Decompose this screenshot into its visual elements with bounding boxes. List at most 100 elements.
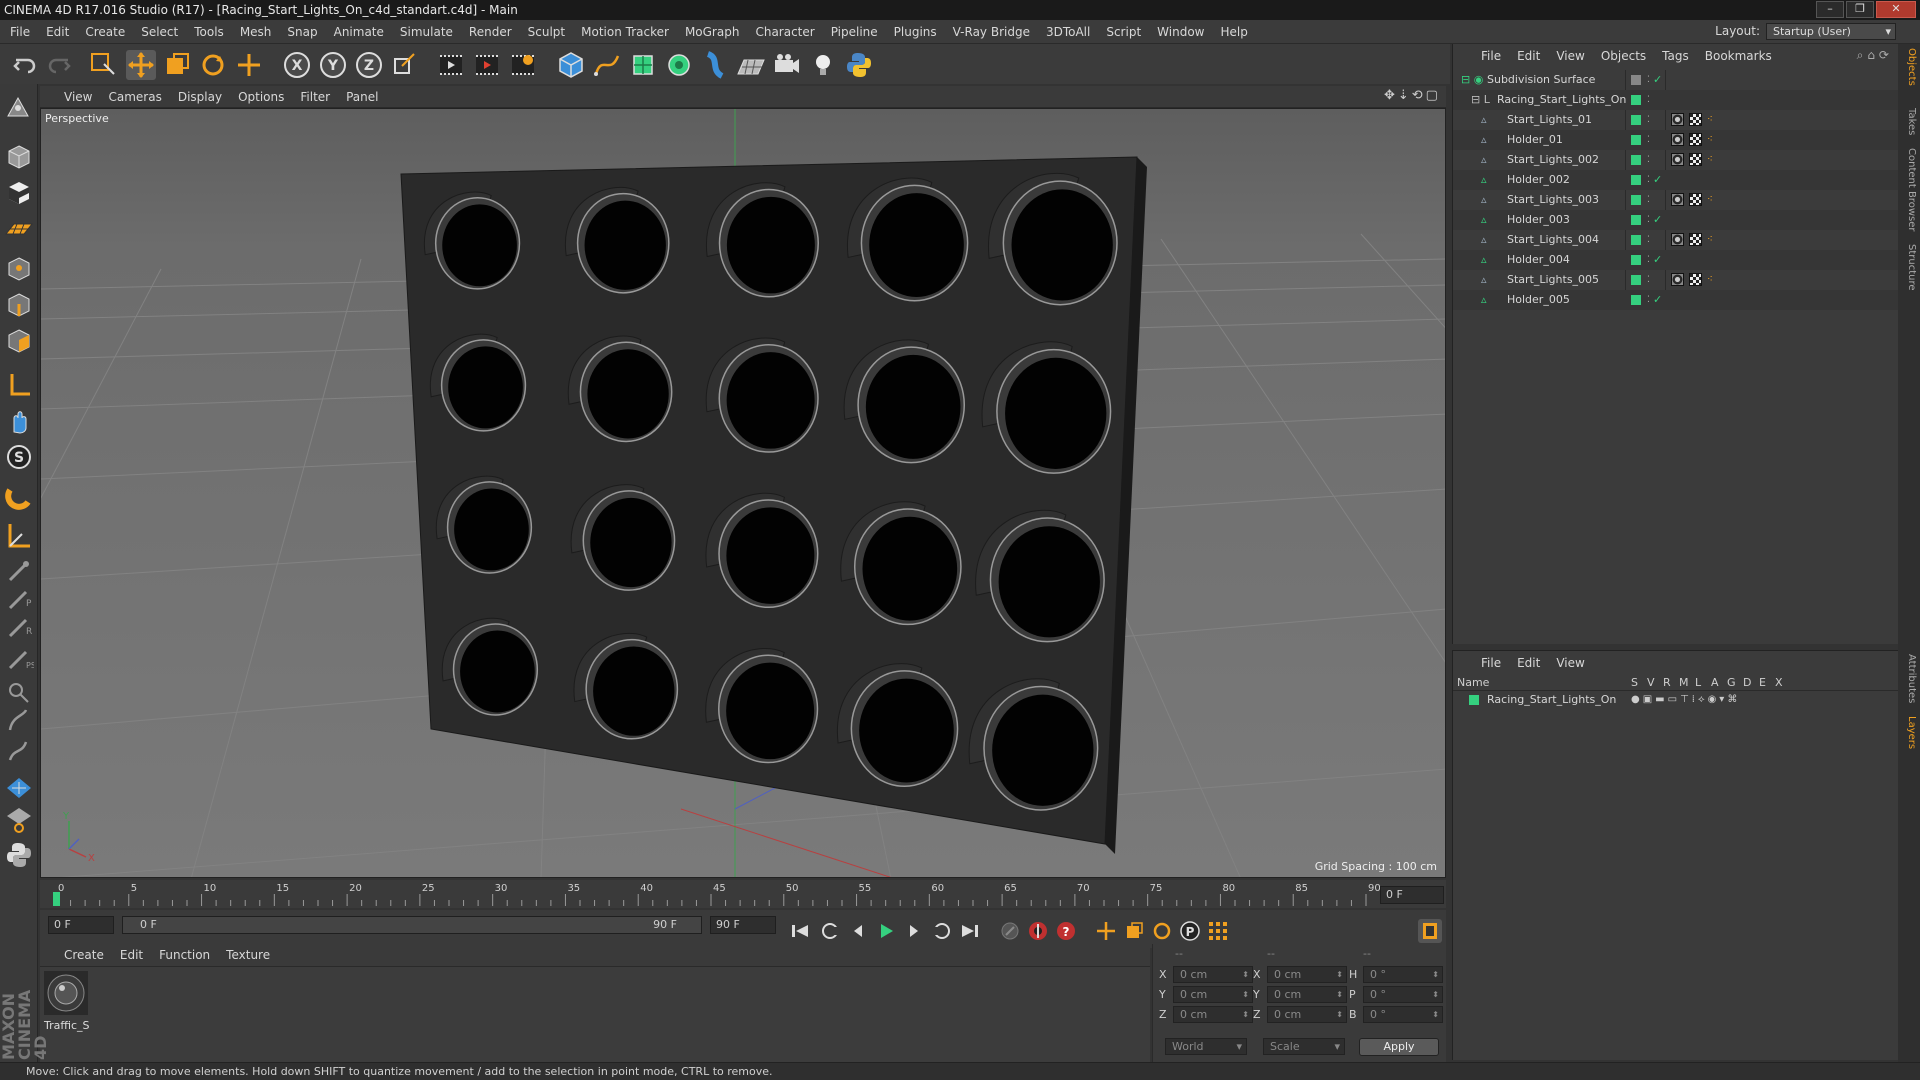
object-row[interactable]: ▵ Start_Lights_004 ⁚ ⁖: [1453, 230, 1899, 250]
object-menu-file[interactable]: File: [1473, 44, 1509, 68]
menu-plugins[interactable]: Plugins: [886, 20, 945, 44]
layer-column-m[interactable]: M: [1679, 676, 1689, 689]
rotate-tool-icon[interactable]: [198, 50, 228, 80]
layer-menu-file[interactable]: File: [1473, 651, 1509, 675]
sculpt-pinch-icon[interactable]: [4, 706, 34, 736]
previous-key-icon[interactable]: [818, 919, 842, 943]
layer-column-r[interactable]: R: [1663, 676, 1671, 689]
transform-tool-icon[interactable]: [234, 50, 264, 80]
autokeying-icon[interactable]: [1026, 919, 1050, 943]
layer-menu-view[interactable]: View: [1548, 651, 1592, 675]
render-settings-icon[interactable]: [508, 50, 538, 80]
key-rotation-icon[interactable]: [1150, 919, 1174, 943]
coord-value-field[interactable]: 0 cm ⬍: [1267, 1006, 1347, 1023]
key-scale-icon[interactable]: [1122, 919, 1146, 943]
object-row[interactable]: ▵ Start_Lights_002 ⁚ ⁖: [1453, 150, 1899, 170]
start-frame-field[interactable]: 0 F: [48, 916, 114, 934]
viewport-menu-cameras[interactable]: Cameras: [100, 86, 169, 108]
tab-attributes[interactable]: Attributes: [1901, 654, 1917, 703]
menu-v-ray-bridge[interactable]: V-Ray Bridge: [945, 20, 1038, 44]
timeline-ruler[interactable]: 0 5 10 15 20 25 30 35 40 45 50 55 60 65 70 75 80 85 90 0 F: [40, 880, 1446, 908]
layout-select[interactable]: Startup (User) ▾: [1766, 23, 1896, 40]
menu-window[interactable]: Window: [1149, 20, 1212, 44]
visibility-dots-icon[interactable]: ⁚: [1647, 150, 1650, 170]
brush-icon[interactable]: [4, 804, 34, 834]
floor-icon[interactable]: [736, 50, 766, 80]
layer-column-g[interactable]: G: [1727, 676, 1736, 689]
material-tag-icon[interactable]: [1671, 233, 1684, 246]
layer-color-icon[interactable]: [1631, 235, 1641, 245]
layer-row[interactable]: Racing_Start_Lights_On ●▣▬▭⊤⁞⟡◉▾⌘: [1453, 691, 1899, 709]
layer-column-l[interactable]: L: [1695, 676, 1701, 689]
object-row[interactable]: ▵ Start_Lights_003 ⁚ ⁖: [1453, 190, 1899, 210]
visibility-dots-icon[interactable]: ⁚: [1647, 210, 1650, 230]
uvw-tag-icon[interactable]: [1689, 133, 1702, 146]
visibility-dots-icon[interactable]: ⁚: [1647, 250, 1650, 270]
model-mode-icon[interactable]: [4, 142, 34, 172]
selection-tag-icon[interactable]: ⁖: [1707, 150, 1713, 170]
layer-color-icon[interactable]: [1631, 75, 1641, 85]
cloner-icon[interactable]: [664, 50, 694, 80]
play-forward-icon[interactable]: [874, 919, 898, 943]
stepper-arrows-icon[interactable]: ⬍: [1432, 967, 1439, 982]
visibility-dots-icon[interactable]: ⁚: [1647, 110, 1650, 130]
tab-takes[interactable]: Takes: [1901, 108, 1917, 135]
enabled-check-icon[interactable]: ✓: [1653, 210, 1662, 230]
menu-mograph[interactable]: MoGraph: [677, 20, 748, 44]
redo-icon[interactable]: [44, 50, 74, 80]
stepper-arrows-icon[interactable]: ⬍: [1432, 1007, 1439, 1022]
key-parameter-icon[interactable]: P: [1178, 919, 1202, 943]
material-menu-create[interactable]: Create: [56, 944, 112, 966]
menu-animate[interactable]: Animate: [326, 20, 392, 44]
layer-column-v[interactable]: V: [1647, 676, 1655, 689]
python-icon[interactable]: [844, 50, 874, 80]
subdivision-surface-icon[interactable]: [628, 50, 658, 80]
enabled-check-icon[interactable]: ✓: [1653, 70, 1662, 90]
viewport-menu-filter[interactable]: Filter: [292, 86, 338, 108]
menu-file[interactable]: File: [2, 20, 38, 44]
spline-pen-icon[interactable]: [592, 50, 622, 80]
coordinate-system-icon[interactable]: [390, 50, 420, 80]
deformer-icon[interactable]: [700, 50, 730, 80]
selection-tag-icon[interactable]: ⁖: [1707, 190, 1713, 210]
layer-column-name[interactable]: Name: [1457, 676, 1489, 689]
selection-tag-icon[interactable]: ⁖: [1707, 110, 1713, 130]
current-frame-field[interactable]: 0 F: [1380, 886, 1444, 904]
coord-value-field[interactable]: 0 cm ⬍: [1267, 966, 1347, 983]
x-axis-lock-icon[interactable]: X: [282, 50, 312, 80]
menu-sculpt[interactable]: Sculpt: [520, 20, 573, 44]
viewport-menu-view[interactable]: View: [56, 86, 100, 108]
tab-objects[interactable]: Objects: [1901, 48, 1917, 86]
object-row[interactable]: ▵ Holder_003 ⁚ ✓: [1453, 210, 1899, 230]
menu-create[interactable]: Create: [77, 20, 133, 44]
object-row[interactable]: ⊟ L Racing_Start_Lights_On ⁚: [1453, 90, 1899, 110]
selection-tag-icon[interactable]: ⁖: [1707, 130, 1713, 150]
menu-motion-tracker[interactable]: Motion Tracker: [573, 20, 677, 44]
points-mode-icon[interactable]: [4, 254, 34, 284]
sculpt-pull-icon[interactable]: [4, 556, 34, 586]
object-menu-bookmarks[interactable]: Bookmarks: [1697, 44, 1780, 68]
live-selection-icon[interactable]: [88, 50, 118, 80]
menu-snap[interactable]: Snap: [279, 20, 325, 44]
record-keys-icon[interactable]: [998, 919, 1022, 943]
object-menu-objects[interactable]: Objects: [1593, 44, 1654, 68]
layer-color-icon[interactable]: [1631, 115, 1641, 125]
next-frame-icon[interactable]: [902, 919, 926, 943]
material-menu-function[interactable]: Function: [151, 944, 218, 966]
menu-mesh[interactable]: Mesh: [232, 20, 280, 44]
sculpt-smooth-icon[interactable]: P: [4, 584, 34, 614]
next-key-icon[interactable]: [930, 919, 954, 943]
material-tag-icon[interactable]: [1671, 113, 1684, 126]
visibility-dots-icon[interactable]: ⁚: [1647, 290, 1650, 310]
menu-simulate[interactable]: Simulate: [392, 20, 461, 44]
size-mode-select[interactable]: Scale ▾: [1263, 1038, 1345, 1055]
frame-range-slider[interactable]: 0 F 90 F: [122, 916, 702, 934]
layer-color-icon[interactable]: [1631, 295, 1641, 305]
perspective-viewport[interactable]: Y X Perspective Grid Spacing : 100 cm: [40, 108, 1446, 878]
uvw-tag-icon[interactable]: [1689, 273, 1702, 286]
magnet-icon[interactable]: [4, 482, 34, 512]
coord-value-field[interactable]: 0 ° ⬍: [1363, 986, 1443, 1003]
menu-pipeline[interactable]: Pipeline: [823, 20, 886, 44]
menu-help[interactable]: Help: [1212, 20, 1255, 44]
menu-tools[interactable]: Tools: [186, 20, 232, 44]
